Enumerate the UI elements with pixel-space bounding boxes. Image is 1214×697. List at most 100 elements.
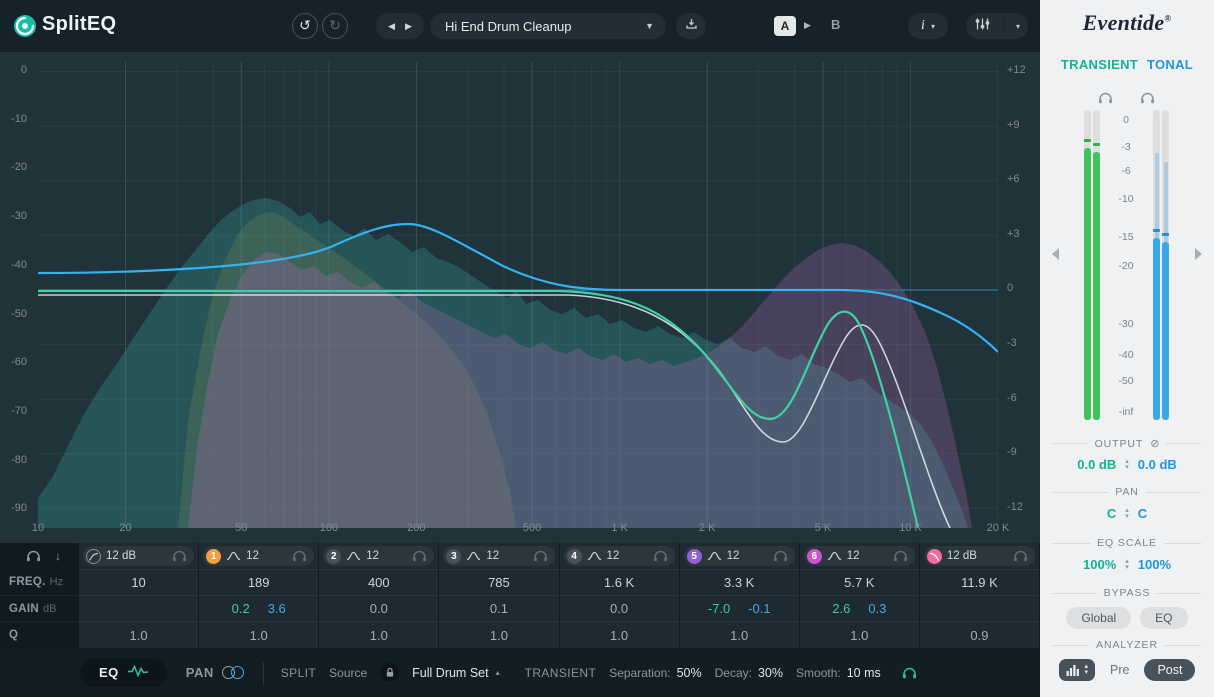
band-1-q-value[interactable]: 1.0 (79, 621, 198, 648)
band-5-freq-value[interactable]: 1.6 K (560, 569, 679, 595)
band-3-solo-headphone-icon[interactable] (412, 550, 427, 562)
output-transient-value[interactable]: 0.0 dB (1058, 457, 1116, 472)
band-7-q-value[interactable]: 1.0 (800, 621, 919, 648)
ab-compare-a-button[interactable]: A (774, 16, 796, 36)
band-3-slope[interactable]: 12 (366, 550, 407, 562)
band-6-gain-value[interactable]: -7.0-0.1 (680, 595, 799, 621)
meter-handle-left[interactable] (1052, 248, 1059, 260)
band-3-freq-value[interactable]: 400 (319, 569, 438, 595)
tonal-meter-headphone-icon[interactable] (1140, 92, 1155, 104)
pan-values: C ▴▾ C (1040, 506, 1214, 521)
band-listen-headphone-icon[interactable] (26, 550, 41, 562)
band-8-slope[interactable]: 12 dB (947, 550, 1008, 562)
pan-tonal-value[interactable]: C (1138, 506, 1196, 521)
band-7-gain-value[interactable]: 2.60.3 (800, 595, 919, 621)
save-preset-button[interactable] (676, 13, 706, 39)
band-1-freq-value[interactable]: 10 (79, 569, 198, 595)
band-4-gain-value[interactable]: 0.1 (439, 595, 558, 621)
band-2-slope[interactable]: 12 (246, 550, 287, 562)
band-8-gain-value[interactable] (920, 595, 1039, 621)
analyzer-pre-button[interactable]: Pre (1110, 663, 1129, 677)
band-7-freq-value[interactable]: 5.7 K (800, 569, 919, 595)
bypass-eq-button[interactable]: EQ (1140, 607, 1187, 629)
pan-view-button[interactable]: PAN (186, 665, 246, 680)
eq-plot-canvas[interactable] (38, 62, 998, 528)
band-5-q-value[interactable]: 1.0 (560, 621, 679, 648)
output-stepper[interactable]: ▴▾ (1125, 459, 1129, 471)
band-4-header[interactable]: 312 (443, 546, 554, 566)
analyzer-post-button[interactable]: Post (1144, 659, 1195, 681)
ab-copy-arrow[interactable]: ▶ (804, 20, 811, 31)
smooth-value[interactable]: 10 ms (847, 666, 881, 680)
band-4-freq-value[interactable]: 785 (439, 569, 558, 595)
eq-graph[interactable]: 0-10-20-30-40-50-60-70-80-90 +12+9+6+30-… (0, 52, 1040, 543)
eq-view-button[interactable]: EQ (80, 659, 167, 687)
gain-row-unit: dB (43, 603, 56, 615)
band-5-gain-value[interactable]: 0.0 (560, 595, 679, 621)
band-7-solo-headphone-icon[interactable] (893, 550, 908, 562)
band-1-solo-headphone-icon[interactable] (172, 550, 187, 562)
decay-value[interactable]: 30% (758, 666, 783, 680)
band-5-solo-headphone-icon[interactable] (653, 550, 668, 562)
transient-listen-headphone-icon[interactable] (902, 667, 917, 679)
preset-next-button[interactable]: ▶ (405, 21, 412, 32)
band-8-q-value[interactable]: 0.9 (920, 621, 1039, 648)
band-6-header[interactable]: 5 12 (684, 546, 795, 566)
band-2-header[interactable]: 112 (203, 546, 314, 566)
preset-prev-button[interactable]: ◀ (388, 21, 395, 32)
band-4-solo-headphone-icon[interactable] (533, 550, 548, 562)
io-settings-button[interactable]: ▾ (966, 13, 1028, 39)
eq-scale-tonal-value[interactable]: 100% (1138, 557, 1196, 572)
band-4-q-value[interactable]: 1.0 (439, 621, 558, 648)
band-7-header[interactable]: 612 (804, 546, 915, 566)
collapse-arrow-icon[interactable]: ↓ (55, 549, 61, 563)
band-2-solo-headphone-icon[interactable] (292, 550, 307, 562)
source-lock-button[interactable] (380, 663, 399, 682)
divider (263, 662, 264, 684)
band-6-slope[interactable]: 12 (727, 550, 768, 562)
separation-value[interactable]: 50% (677, 666, 702, 680)
tonal-tab[interactable]: TONAL (1147, 57, 1193, 72)
band-1-slope[interactable]: 12 dB (106, 550, 167, 562)
pan-stepper[interactable]: ▴▾ (1125, 508, 1129, 520)
band-3-q-value[interactable]: 1.0 (319, 621, 438, 648)
undo-button[interactable]: ↺ (292, 13, 318, 39)
stream-labels: TRANSIENT TONAL (1040, 57, 1214, 72)
band-8-header[interactable]: 12 dB (924, 546, 1035, 566)
band-2-freq-value[interactable]: 189 (199, 569, 318, 595)
pan-transient-value[interactable]: C (1058, 506, 1116, 521)
band-5-header[interactable]: 412 (564, 546, 675, 566)
band-5-slope[interactable]: 12 (607, 550, 648, 562)
phase-invert-icon[interactable]: ⊘ (1150, 437, 1159, 450)
band-3-header[interactable]: 212 (323, 546, 434, 566)
band-6-q-value[interactable]: 1.0 (680, 621, 799, 648)
info-menu-button[interactable]: i ▾ (908, 13, 948, 39)
redo-button[interactable]: ↻ (322, 13, 348, 39)
preset-dropdown[interactable]: Hi End Drum Cleanup ▼ (430, 13, 666, 39)
band-6-solo-headphone-icon[interactable] (773, 550, 788, 562)
transient-meter-headphone-icon[interactable] (1098, 92, 1113, 104)
band-7-slope[interactable]: 12 (847, 550, 888, 562)
band-1-gain-value[interactable] (79, 595, 198, 621)
transient-tab[interactable]: TRANSIENT (1061, 57, 1138, 72)
band-6-freq-value[interactable]: 3.3 K (680, 569, 799, 595)
eq-scale-transient-value[interactable]: 100% (1058, 557, 1116, 572)
band-8-freq-value[interactable]: 11.9 K (920, 569, 1039, 595)
output-tonal-value[interactable]: 0.0 dB (1138, 457, 1196, 472)
band-1-header[interactable]: 12 dB (83, 546, 194, 566)
band-6-number-badge: 5 (687, 549, 702, 564)
analyzer-mode-button[interactable]: ▴▾ (1059, 659, 1096, 681)
source-select[interactable]: Full Drum Set (412, 666, 488, 680)
bypass-global-button[interactable]: Global (1066, 607, 1131, 629)
output-values: 0.0 dB ▴▾ 0.0 dB (1040, 457, 1214, 472)
ab-compare-b-button[interactable]: B (831, 17, 840, 32)
band-3-gain-value[interactable]: 0.0 (319, 595, 438, 621)
source-expand-icon[interactable]: ▴ (496, 668, 500, 677)
meter-handle-right[interactable] (1195, 248, 1202, 260)
band-8-solo-headphone-icon[interactable] (1013, 550, 1028, 562)
eq-scale-stepper[interactable]: ▴▾ (1125, 559, 1129, 571)
band-2-q-value[interactable]: 1.0 (199, 621, 318, 648)
band-4-slope[interactable]: 12 (486, 550, 527, 562)
band-2-gain-value[interactable]: 0.23.6 (199, 595, 318, 621)
band-8-column: 12 dB 11.9 K 0.9 (920, 543, 1039, 648)
